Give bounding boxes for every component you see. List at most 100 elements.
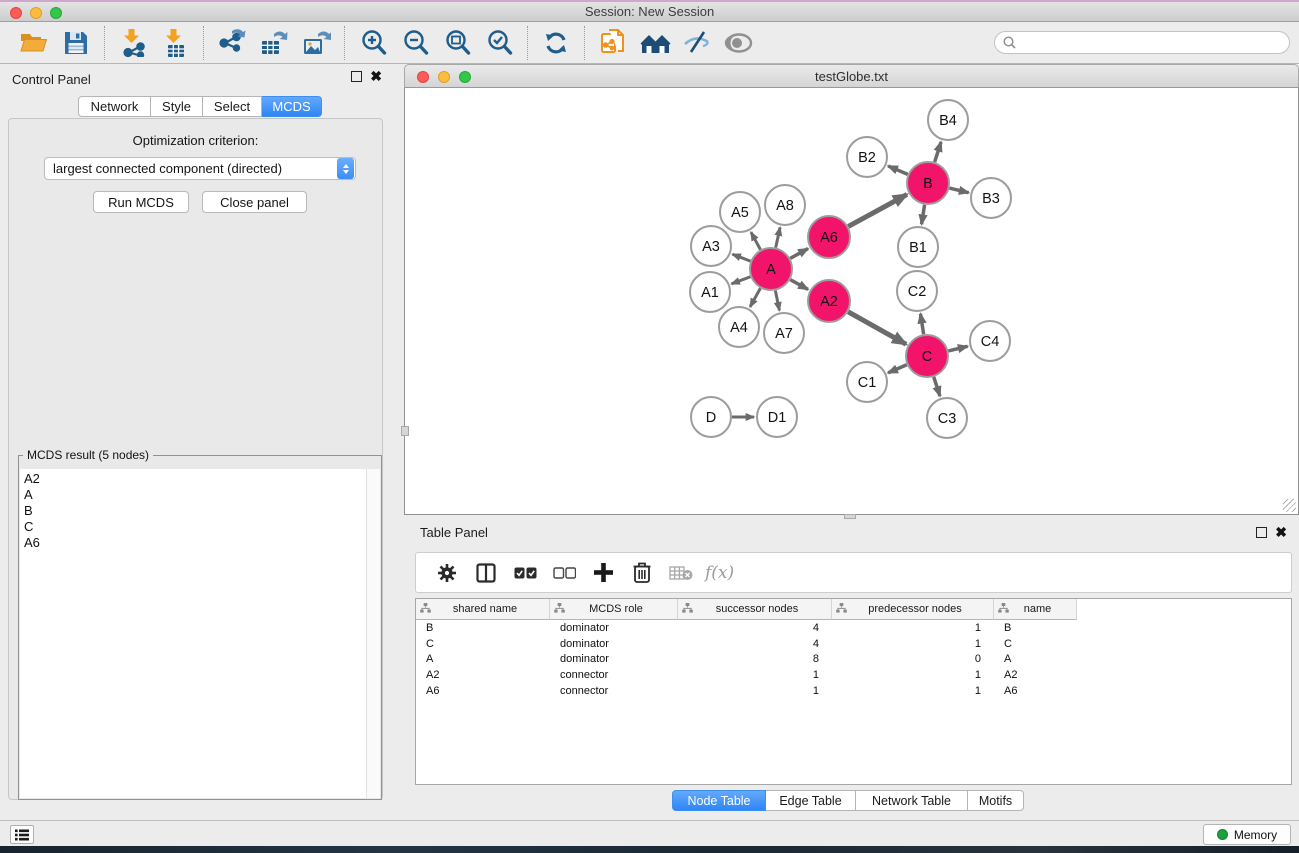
minimize-network-button[interactable] [438,71,450,83]
graph-node-label: B2 [858,150,876,166]
graph-edge-C-C1[interactable] [888,365,907,373]
close-window-button[interactable] [10,7,22,19]
memory-button[interactable]: Memory [1203,824,1291,845]
tab-edge-table[interactable]: Edge Table [766,790,856,811]
function-builder-button[interactable]: f(x) [705,563,734,583]
graph-edge-B-B3[interactable] [949,188,968,193]
create-column-button[interactable] [588,558,618,588]
delete-table-button[interactable] [666,558,696,588]
mcds-result-item[interactable]: A [24,487,366,503]
float-panel-icon[interactable] [351,71,362,82]
graph-node-label: A8 [776,198,794,214]
graph-edge-A6-B[interactable] [848,194,907,226]
zoom-in-button[interactable] [356,25,390,61]
graph-edge-A-A2[interactable] [790,280,808,290]
close-panel-button[interactable]: Close panel [202,191,307,213]
export-network-button[interactable] [215,25,249,61]
graph-edge-B-B2[interactable] [888,166,908,174]
run-mcds-button[interactable]: Run MCDS [93,191,189,213]
zoom-out-button[interactable] [398,25,432,61]
tab-node-table[interactable]: Node Table [672,790,766,811]
delete-column-button[interactable] [627,558,657,588]
network-window-titlebar[interactable]: testGlobe.txt [404,64,1299,88]
select-all-rows-button[interactable] [510,558,540,588]
table-row[interactable]: A2connector11A2 [416,667,1291,683]
graph-edge-A-A8[interactable] [776,227,780,247]
import-network-button[interactable] [116,25,150,61]
search-box[interactable] [994,31,1290,54]
graph-edge-A-A6[interactable] [790,249,808,259]
network-graph[interactable]: B4B2BB3A8A5A6B1A3AC2A1A2A4A7C4CC1DD1C3 [405,88,1298,514]
save-session-button[interactable] [59,25,93,61]
tab-motifs[interactable]: Motifs [968,790,1024,811]
column-header-successor-nodes[interactable]: successor nodes [678,599,832,620]
node-table[interactable]: shared nameMCDS rolesuccessor nodesprede… [415,598,1292,785]
export-table-icon [260,29,288,57]
close-table-panel-icon[interactable]: ✖ [1275,527,1287,538]
minimize-window-button[interactable] [30,7,42,19]
graph-edge-C-C2[interactable] [920,314,923,335]
graph-edge-A-A4[interactable] [750,288,760,307]
table-row[interactable]: Bdominator41B [416,620,1291,636]
zoom-window-button[interactable] [50,7,62,19]
eye-icon [724,32,754,54]
show-columns-button[interactable] [471,558,501,588]
table-row[interactable]: A6connector11A6 [416,683,1291,699]
show-hide-panels-button[interactable] [10,825,34,844]
splitter-handle-vertical[interactable] [401,426,409,436]
result-scrollbar[interactable] [366,469,380,798]
graph-edge-B-B1[interactable] [922,205,925,225]
window-resize-grip[interactable] [1283,499,1296,512]
close-panel-icon[interactable]: ✖ [370,71,382,82]
column-header-MCDS-role[interactable]: MCDS role [550,599,678,620]
tab-mcds[interactable]: MCDS [262,96,322,117]
import-table-button[interactable] [158,25,192,61]
table-row[interactable]: Cdominator41C [416,636,1291,652]
mcds-result-item[interactable]: B [24,503,366,519]
tab-select[interactable]: Select [203,96,262,117]
export-image-button[interactable] [299,25,333,61]
graph-node-label: C4 [981,334,1000,350]
mcds-result-item[interactable]: A6 [24,535,366,551]
graph-edge-C-C3[interactable] [934,377,940,396]
graph-edge-A-A1[interactable] [732,277,751,284]
open-session-button[interactable] [17,25,51,61]
column-header-predecessor-nodes[interactable]: predecessor nodes [832,599,994,620]
export-table-button[interactable] [257,25,291,61]
graph-edge-A2-C[interactable] [848,312,906,344]
graph-edge-B-B4[interactable] [935,142,941,162]
network-canvas[interactable]: B4B2BB3A8A5A6B1A3AC2A1A2A4A7C4CC1DD1C3 [404,88,1299,515]
float-table-panel-icon[interactable] [1256,527,1267,538]
clone-network-button[interactable] [596,25,630,61]
tab-network-table[interactable]: Network Table [856,790,968,811]
homes-icon [640,31,671,55]
apply-layout-button[interactable] [539,25,573,61]
zoom-selected-button[interactable] [482,25,516,61]
splitter-handle-horizontal[interactable] [844,514,856,519]
tab-network[interactable]: Network [78,96,151,117]
criterion-dropdown[interactable]: largest connected component (directed) [44,157,356,180]
mcds-result-item[interactable]: A2 [24,471,366,487]
column-header-name[interactable]: name [994,599,1077,620]
graph-node-label: B1 [909,240,927,256]
mcds-result-item[interactable]: C [24,519,366,535]
search-input[interactable] [1021,33,1289,52]
search-icon [1003,36,1016,49]
graph-edge-C-C4[interactable] [948,346,967,351]
close-network-button[interactable] [417,71,429,83]
zoom-network-button[interactable] [459,71,471,83]
show-all-button[interactable] [722,25,756,61]
graph-edge-A-A3[interactable] [732,254,750,261]
zoom-fit-button[interactable] [440,25,474,61]
column-settings-button[interactable] [432,558,462,588]
first-neighbors-button[interactable] [638,25,672,61]
table-row[interactable]: Adominator80A [416,651,1291,667]
graph-edge-A-A7[interactable] [775,291,779,311]
column-header-shared-name[interactable]: shared name [416,599,550,620]
mcds-result-list[interactable]: A2ABCA6 [20,469,366,798]
deselect-all-rows-button[interactable] [549,558,579,588]
graph-edge-A-A5[interactable] [751,232,761,249]
hide-selected-button[interactable] [680,25,714,61]
graph-node-label: D [706,410,716,426]
tab-style[interactable]: Style [151,96,203,117]
